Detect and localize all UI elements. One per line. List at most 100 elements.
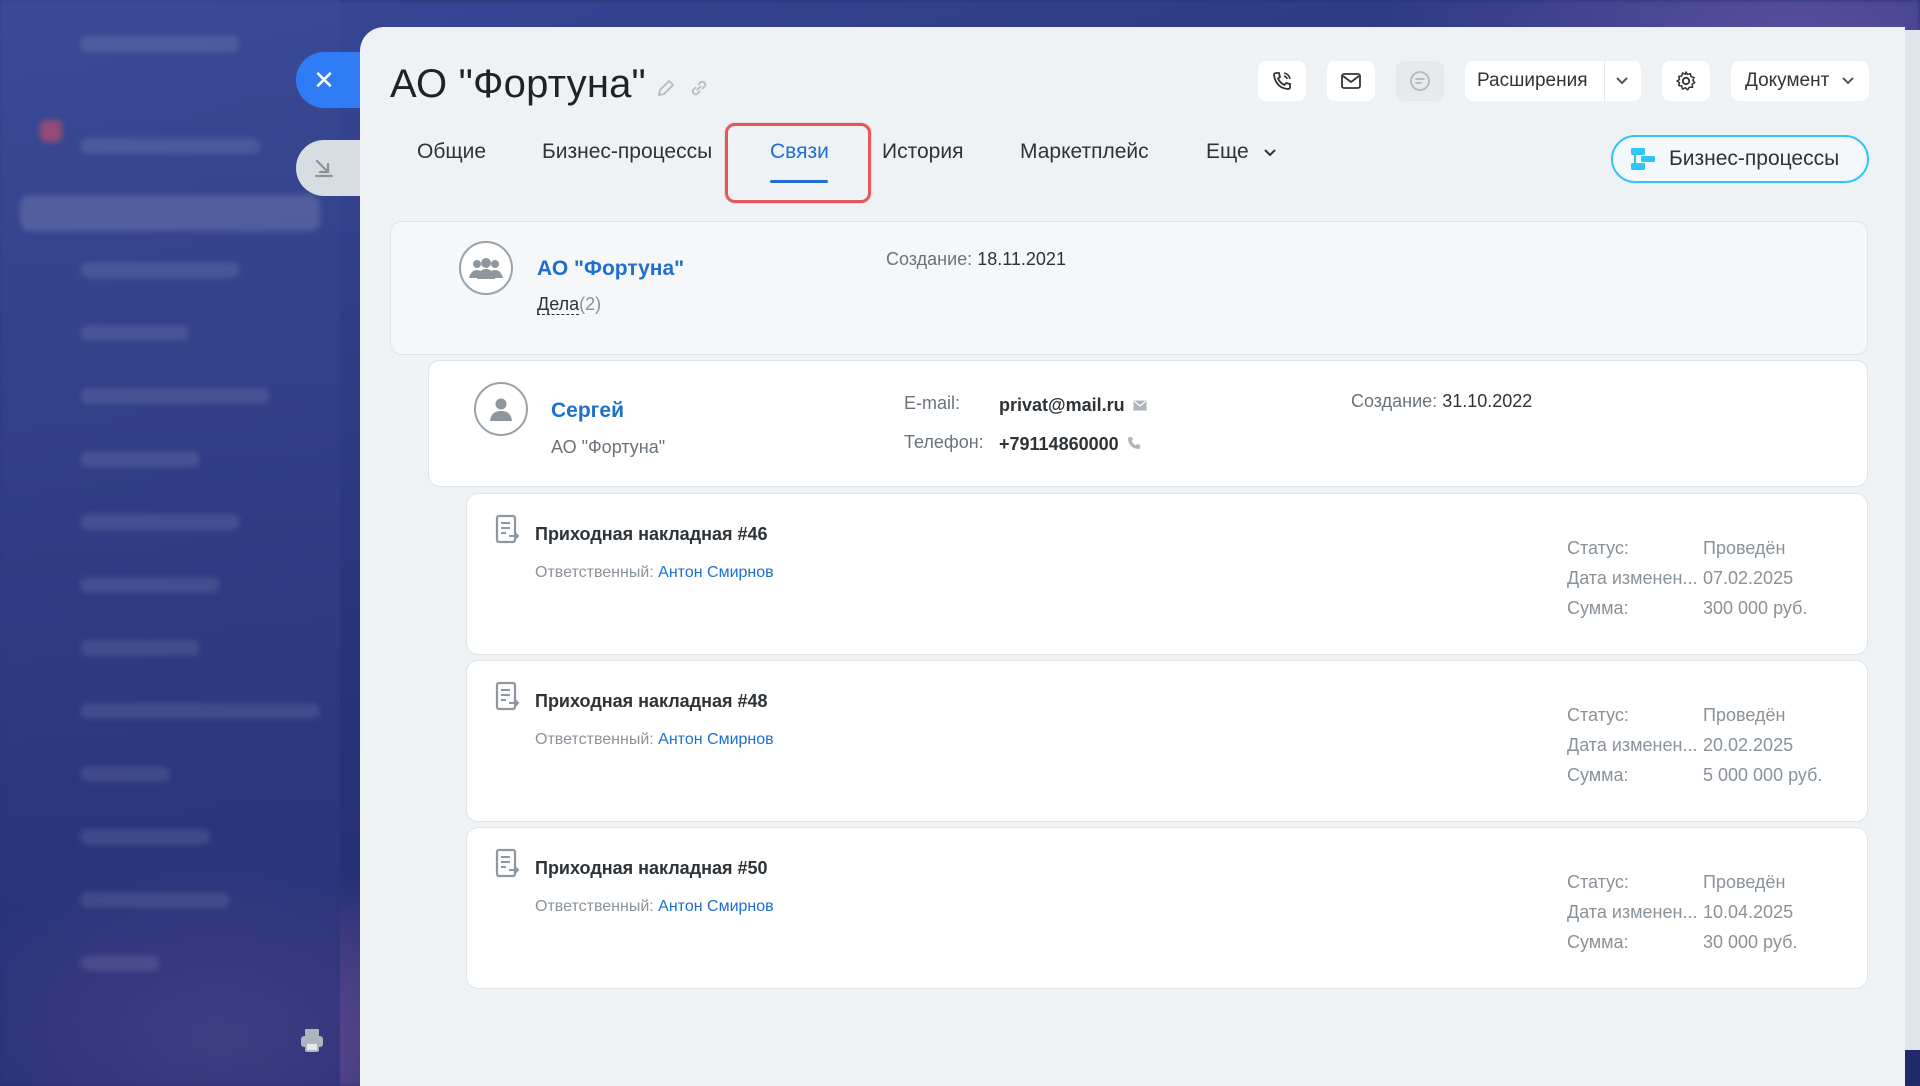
document-icon bbox=[495, 514, 520, 544]
chat-icon bbox=[1410, 71, 1430, 91]
document-label: Документ bbox=[1745, 70, 1830, 91]
contact-phone[interactable]: +79114860000 bbox=[999, 434, 1141, 455]
deals-label: Дела bbox=[537, 294, 580, 315]
document-icon bbox=[495, 848, 520, 878]
tab-more[interactable]: Еще bbox=[1206, 140, 1277, 164]
background-blur-line bbox=[80, 892, 230, 908]
responsible-name-link[interactable]: Антон Смирнов bbox=[658, 564, 773, 581]
tab-marketplace[interactable]: Маркетплейс bbox=[1020, 140, 1149, 164]
background-blur-line bbox=[80, 262, 240, 278]
business-processes-label: Бизнес-процессы bbox=[1669, 147, 1840, 170]
contact-email[interactable]: privat@mail.ru bbox=[999, 395, 1147, 416]
background-blur-line bbox=[80, 138, 260, 154]
sum-label: Сумма: bbox=[1567, 765, 1629, 785]
date-value: 10.04.2025 bbox=[1703, 902, 1794, 922]
status-value: Проведён bbox=[1703, 872, 1786, 892]
group-icon bbox=[469, 258, 503, 279]
contact-name-link[interactable]: Сергей bbox=[551, 399, 624, 423]
tab-business-processes[interactable]: Бизнес-процессы bbox=[542, 140, 712, 164]
sum-value: 300 000 руб. bbox=[1703, 598, 1808, 618]
date-value: 20.02.2025 bbox=[1703, 735, 1794, 755]
document-fields: Статус: Проведён Дата изменен... 20.02.202… bbox=[1567, 705, 1827, 795]
tab-highlight-frame bbox=[725, 123, 871, 203]
document-fields: Статус: Проведён Дата изменен... 07.02.202… bbox=[1567, 538, 1827, 628]
date-value: 07.02.2025 bbox=[1703, 568, 1794, 588]
tab-general[interactable]: Общие bbox=[417, 140, 486, 164]
scrollbar[interactable] bbox=[1905, 30, 1920, 1050]
business-processes-button[interactable]: Бизнес-процессы bbox=[1611, 135, 1869, 183]
responsible-name-link[interactable]: Антон Смирнов bbox=[658, 731, 773, 748]
gear-icon bbox=[1676, 71, 1696, 91]
chevron-down-icon bbox=[1263, 149, 1276, 157]
settings-button[interactable] bbox=[1662, 61, 1710, 101]
call-button[interactable] bbox=[1258, 61, 1306, 101]
background-blur-line bbox=[20, 195, 320, 231]
extensions-label: Расширения bbox=[1477, 70, 1588, 91]
status-label: Статус: bbox=[1567, 705, 1629, 725]
background-blur-line bbox=[80, 640, 200, 656]
responsible-label: Ответственный: bbox=[535, 898, 654, 915]
document-responsible: Ответственный: Антон Смирнов bbox=[535, 731, 774, 749]
deals-count: (2) bbox=[579, 294, 602, 314]
contact-email-label: E-mail: bbox=[904, 393, 961, 413]
contact-created-value: 31.10.2022 bbox=[1442, 391, 1533, 411]
document-card[interactable]: Приходная накладная #50 Ответственный: А… bbox=[466, 827, 1868, 989]
contact-email-value: privat@mail.ru bbox=[999, 395, 1125, 415]
sum-value: 5 000 000 руб. bbox=[1703, 765, 1823, 785]
company-created: Создание: 18.11.2021 bbox=[886, 249, 1066, 270]
responsible-name-link[interactable]: Антон Смирнов bbox=[658, 898, 773, 915]
background-blur-dot bbox=[40, 120, 62, 142]
document-title[interactable]: Приходная накладная #46 bbox=[535, 524, 768, 545]
date-label: Дата изменен... bbox=[1567, 568, 1698, 588]
document-responsible: Ответственный: Антон Смирнов bbox=[535, 898, 774, 916]
background-sidebar bbox=[0, 0, 340, 1086]
sum-label: Сумма: bbox=[1567, 598, 1629, 618]
contact-created-label: Создание: bbox=[1351, 391, 1438, 411]
document-dropdown[interactable]: Документ bbox=[1731, 61, 1869, 101]
person-icon bbox=[490, 398, 512, 421]
chat-button[interactable] bbox=[1396, 61, 1444, 101]
phone-icon bbox=[1273, 72, 1291, 90]
contact-phone-value: +79114860000 bbox=[999, 434, 1119, 454]
pencil-icon[interactable] bbox=[656, 78, 676, 98]
phone-icon bbox=[1127, 437, 1140, 449]
status-label: Статус: bbox=[1567, 538, 1629, 558]
status-value: Проведён bbox=[1703, 538, 1786, 558]
business-process-icon bbox=[1631, 148, 1655, 170]
background-blur-line bbox=[80, 829, 210, 845]
tab-more-label: Еще bbox=[1206, 140, 1249, 163]
company-avatar bbox=[459, 241, 513, 295]
close-slider-button[interactable]: ✕ bbox=[296, 52, 364, 108]
extensions-dropdown[interactable]: Расширения bbox=[1465, 61, 1641, 101]
sum-label: Сумма: bbox=[1567, 932, 1629, 952]
email-button[interactable] bbox=[1327, 61, 1375, 101]
contact-created: Создание: 31.10.2022 bbox=[1351, 391, 1532, 412]
document-card[interactable]: Приходная накладная #48 Ответственный: А… bbox=[466, 660, 1868, 822]
responsible-label: Ответственный: bbox=[535, 731, 654, 748]
company-deals[interactable]: Дела(2) bbox=[537, 294, 601, 315]
background-blur-line bbox=[80, 577, 220, 593]
status-label: Статус: bbox=[1567, 872, 1629, 892]
printer-icon[interactable] bbox=[298, 1026, 326, 1054]
document-title[interactable]: Приходная накладная #48 bbox=[535, 691, 768, 712]
document-fields: Статус: Проведён Дата изменен... 10.04.202… bbox=[1567, 872, 1827, 962]
chevron-down-icon bbox=[1842, 77, 1854, 85]
background-blur-line bbox=[80, 703, 320, 719]
close-icon: ✕ bbox=[313, 65, 335, 95]
contact-phone-label: Телефон: bbox=[904, 432, 984, 452]
title-icons bbox=[656, 78, 710, 98]
tab-history[interactable]: История bbox=[882, 140, 963, 164]
minimize-icon bbox=[314, 159, 334, 178]
sum-value: 30 000 руб. bbox=[1703, 932, 1798, 952]
date-label: Дата изменен... bbox=[1567, 735, 1698, 755]
background-blur-line bbox=[80, 388, 270, 404]
extensions-caret bbox=[1594, 61, 1629, 101]
minimize-slider-button[interactable] bbox=[296, 140, 364, 196]
background-blur-line bbox=[80, 955, 160, 971]
document-title[interactable]: Приходная накладная #50 bbox=[535, 858, 768, 879]
chevron-down-icon bbox=[1616, 77, 1628, 85]
background-blur-line bbox=[80, 325, 190, 341]
company-name-link[interactable]: АО "Фортуна" bbox=[537, 257, 684, 281]
link-icon[interactable] bbox=[688, 78, 710, 98]
document-card[interactable]: Приходная накладная #46 Ответственный: А… bbox=[466, 493, 1868, 655]
